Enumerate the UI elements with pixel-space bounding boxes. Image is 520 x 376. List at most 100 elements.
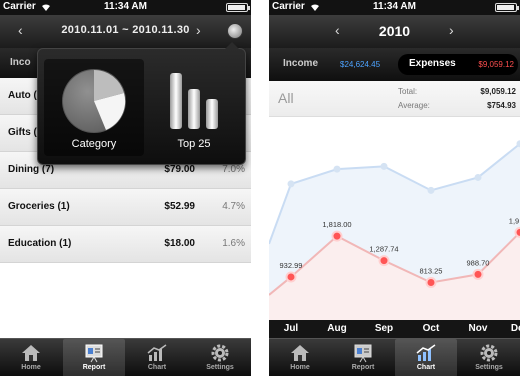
expense-data-label: 1,287.74 (369, 245, 398, 254)
top25-option-label: Top 25 (177, 138, 211, 150)
income-total: $24,624.45 (340, 60, 381, 69)
next-period-button[interactable]: › (196, 22, 201, 38)
expense-data-label: 932.99 (280, 261, 303, 270)
month-tick-label[interactable]: Nov (458, 323, 498, 334)
expenses-tab[interactable]: Expenses $9,059.12 (398, 54, 518, 75)
chart-icon (147, 344, 167, 361)
tab-label: Settings (475, 364, 503, 371)
expense-data-label: 1,818.00 (322, 220, 351, 229)
chart-type-popover: Category Top 25 (37, 42, 246, 165)
status-time: 11:34 AM (104, 1, 147, 12)
expense-data-label: 988.70 (467, 258, 490, 267)
status-bar: Carrier 11:34 AM (269, 0, 520, 15)
category-option-label: Category (71, 138, 117, 150)
year-bar: ‹ 2010 › (269, 15, 520, 48)
month-tick-label[interactable]: Aug (317, 323, 357, 334)
next-year-button[interactable]: › (449, 22, 454, 38)
home-icon (22, 345, 40, 361)
summary-panel: All Total: $9,059.12 Average: $754.93 (269, 81, 520, 117)
category-name: Education (1) (8, 238, 72, 249)
expense-point (378, 255, 390, 267)
income-point (427, 186, 435, 194)
report-icon (354, 344, 372, 363)
tab-home[interactable]: Home (0, 339, 62, 376)
category-row[interactable]: Groceries (1) $52.99 4.7% (0, 189, 251, 226)
top25-chart-option[interactable]: Top 25 (144, 59, 244, 156)
tab-settings[interactable]: Settings (189, 339, 251, 376)
tab-label: Report (82, 364, 106, 371)
expense-data-label: 1,9 (509, 216, 519, 225)
month-tick-label[interactable]: Jul (271, 323, 311, 334)
tab-report[interactable]: Report (63, 339, 125, 376)
gear-icon (211, 344, 229, 362)
income-expense-segment: Income $24,624.45 Expenses $9,059.12 (269, 48, 520, 81)
expense-point (514, 226, 520, 238)
year-label: 2010 (378, 23, 411, 39)
date-range-label: 2010.11.01 ~ 2010.11.30 (61, 24, 190, 36)
category-name: Auto ( (8, 90, 37, 101)
expense-point (472, 268, 484, 280)
income-point (474, 173, 482, 181)
popover-arrow (225, 42, 239, 49)
expense-point (425, 276, 437, 288)
tab-home[interactable]: Home (269, 339, 331, 376)
category-amount: $79.00 (164, 164, 195, 175)
chart-screen: Carrier 11:34 AM ‹ 2010 › Income $24,624… (269, 0, 520, 376)
category-name: Groceries (1) (8, 201, 70, 212)
income-point (333, 165, 341, 173)
gear-icon (480, 344, 498, 362)
tab-label: Chart (147, 364, 167, 371)
month-tick-label[interactable]: Dec (500, 323, 520, 334)
income-tab[interactable]: Income (283, 58, 318, 69)
tab-settings[interactable]: Settings (458, 339, 520, 376)
report-screen: Carrier 11:34 AM ‹ 2010.11.01 ~ 2010.11.… (0, 0, 251, 376)
bar-chart-icon (170, 73, 218, 129)
category-row[interactable]: Education (1) $18.00 1.6% (0, 226, 251, 263)
total-value: $9,059.12 (480, 87, 516, 96)
report-icon (85, 344, 103, 363)
expenses-tab-label: Expenses (409, 58, 456, 69)
category-percent: 4.7% (222, 201, 245, 212)
tab-label: Home (290, 364, 310, 371)
income-tab-label[interactable]: Inco (10, 57, 31, 68)
battery-icon (226, 3, 250, 12)
income-point (380, 162, 388, 170)
average-value: $754.93 (487, 101, 516, 110)
category-name: Gifts ( (8, 127, 37, 138)
category-percent: 7.0% (222, 164, 245, 175)
category-percent: 1.6% (222, 238, 245, 249)
pie-chart-icon (62, 69, 126, 133)
income-point (287, 180, 295, 188)
status-bar: Carrier 11:34 AM (0, 0, 251, 15)
tab-label: Settings (206, 364, 234, 371)
tab-label: Report (351, 364, 375, 371)
tab-chart[interactable]: Chart (126, 339, 188, 376)
chart-type-button[interactable] (227, 23, 243, 39)
average-label: Average: (398, 101, 430, 110)
expenses-total: $9,059.12 (478, 60, 514, 69)
tab-label: Home (21, 364, 41, 371)
category-name: Dining (7) (8, 164, 55, 175)
month-tick-label[interactable]: Sep (364, 323, 404, 334)
category-amount: $52.99 (164, 201, 195, 212)
home-icon (291, 345, 309, 361)
expense-point (285, 271, 297, 283)
total-label: Total: (398, 87, 418, 96)
category-amount: $18.00 (164, 238, 195, 249)
chart-icon (416, 344, 436, 361)
status-time: 11:34 AM (373, 1, 416, 12)
tab-label: Chart (416, 364, 436, 371)
tab-bar: Home Report Chart Settings (269, 338, 520, 376)
category-chart-option[interactable]: Category (44, 59, 144, 156)
tab-report[interactable]: Report (332, 339, 394, 376)
expense-data-label: 813.25 (420, 266, 443, 275)
month-tick-label[interactable]: Oct (411, 323, 451, 334)
monthly-line-chart[interactable]: 932.99 1,818.00 1,287.74 813.25 988.70 1,9 (269, 117, 520, 320)
month-axis: Jul Aug Sep Oct NovDec (269, 320, 520, 338)
tab-chart[interactable]: Chart (395, 339, 457, 376)
expense-point (331, 230, 343, 242)
date-range-bar: ‹ 2010.11.01 ~ 2010.11.30 › (0, 15, 251, 48)
tab-bar: Home Report Chart Settings (0, 338, 251, 376)
filter-all-button[interactable]: All (278, 90, 294, 106)
battery-icon (495, 3, 519, 12)
